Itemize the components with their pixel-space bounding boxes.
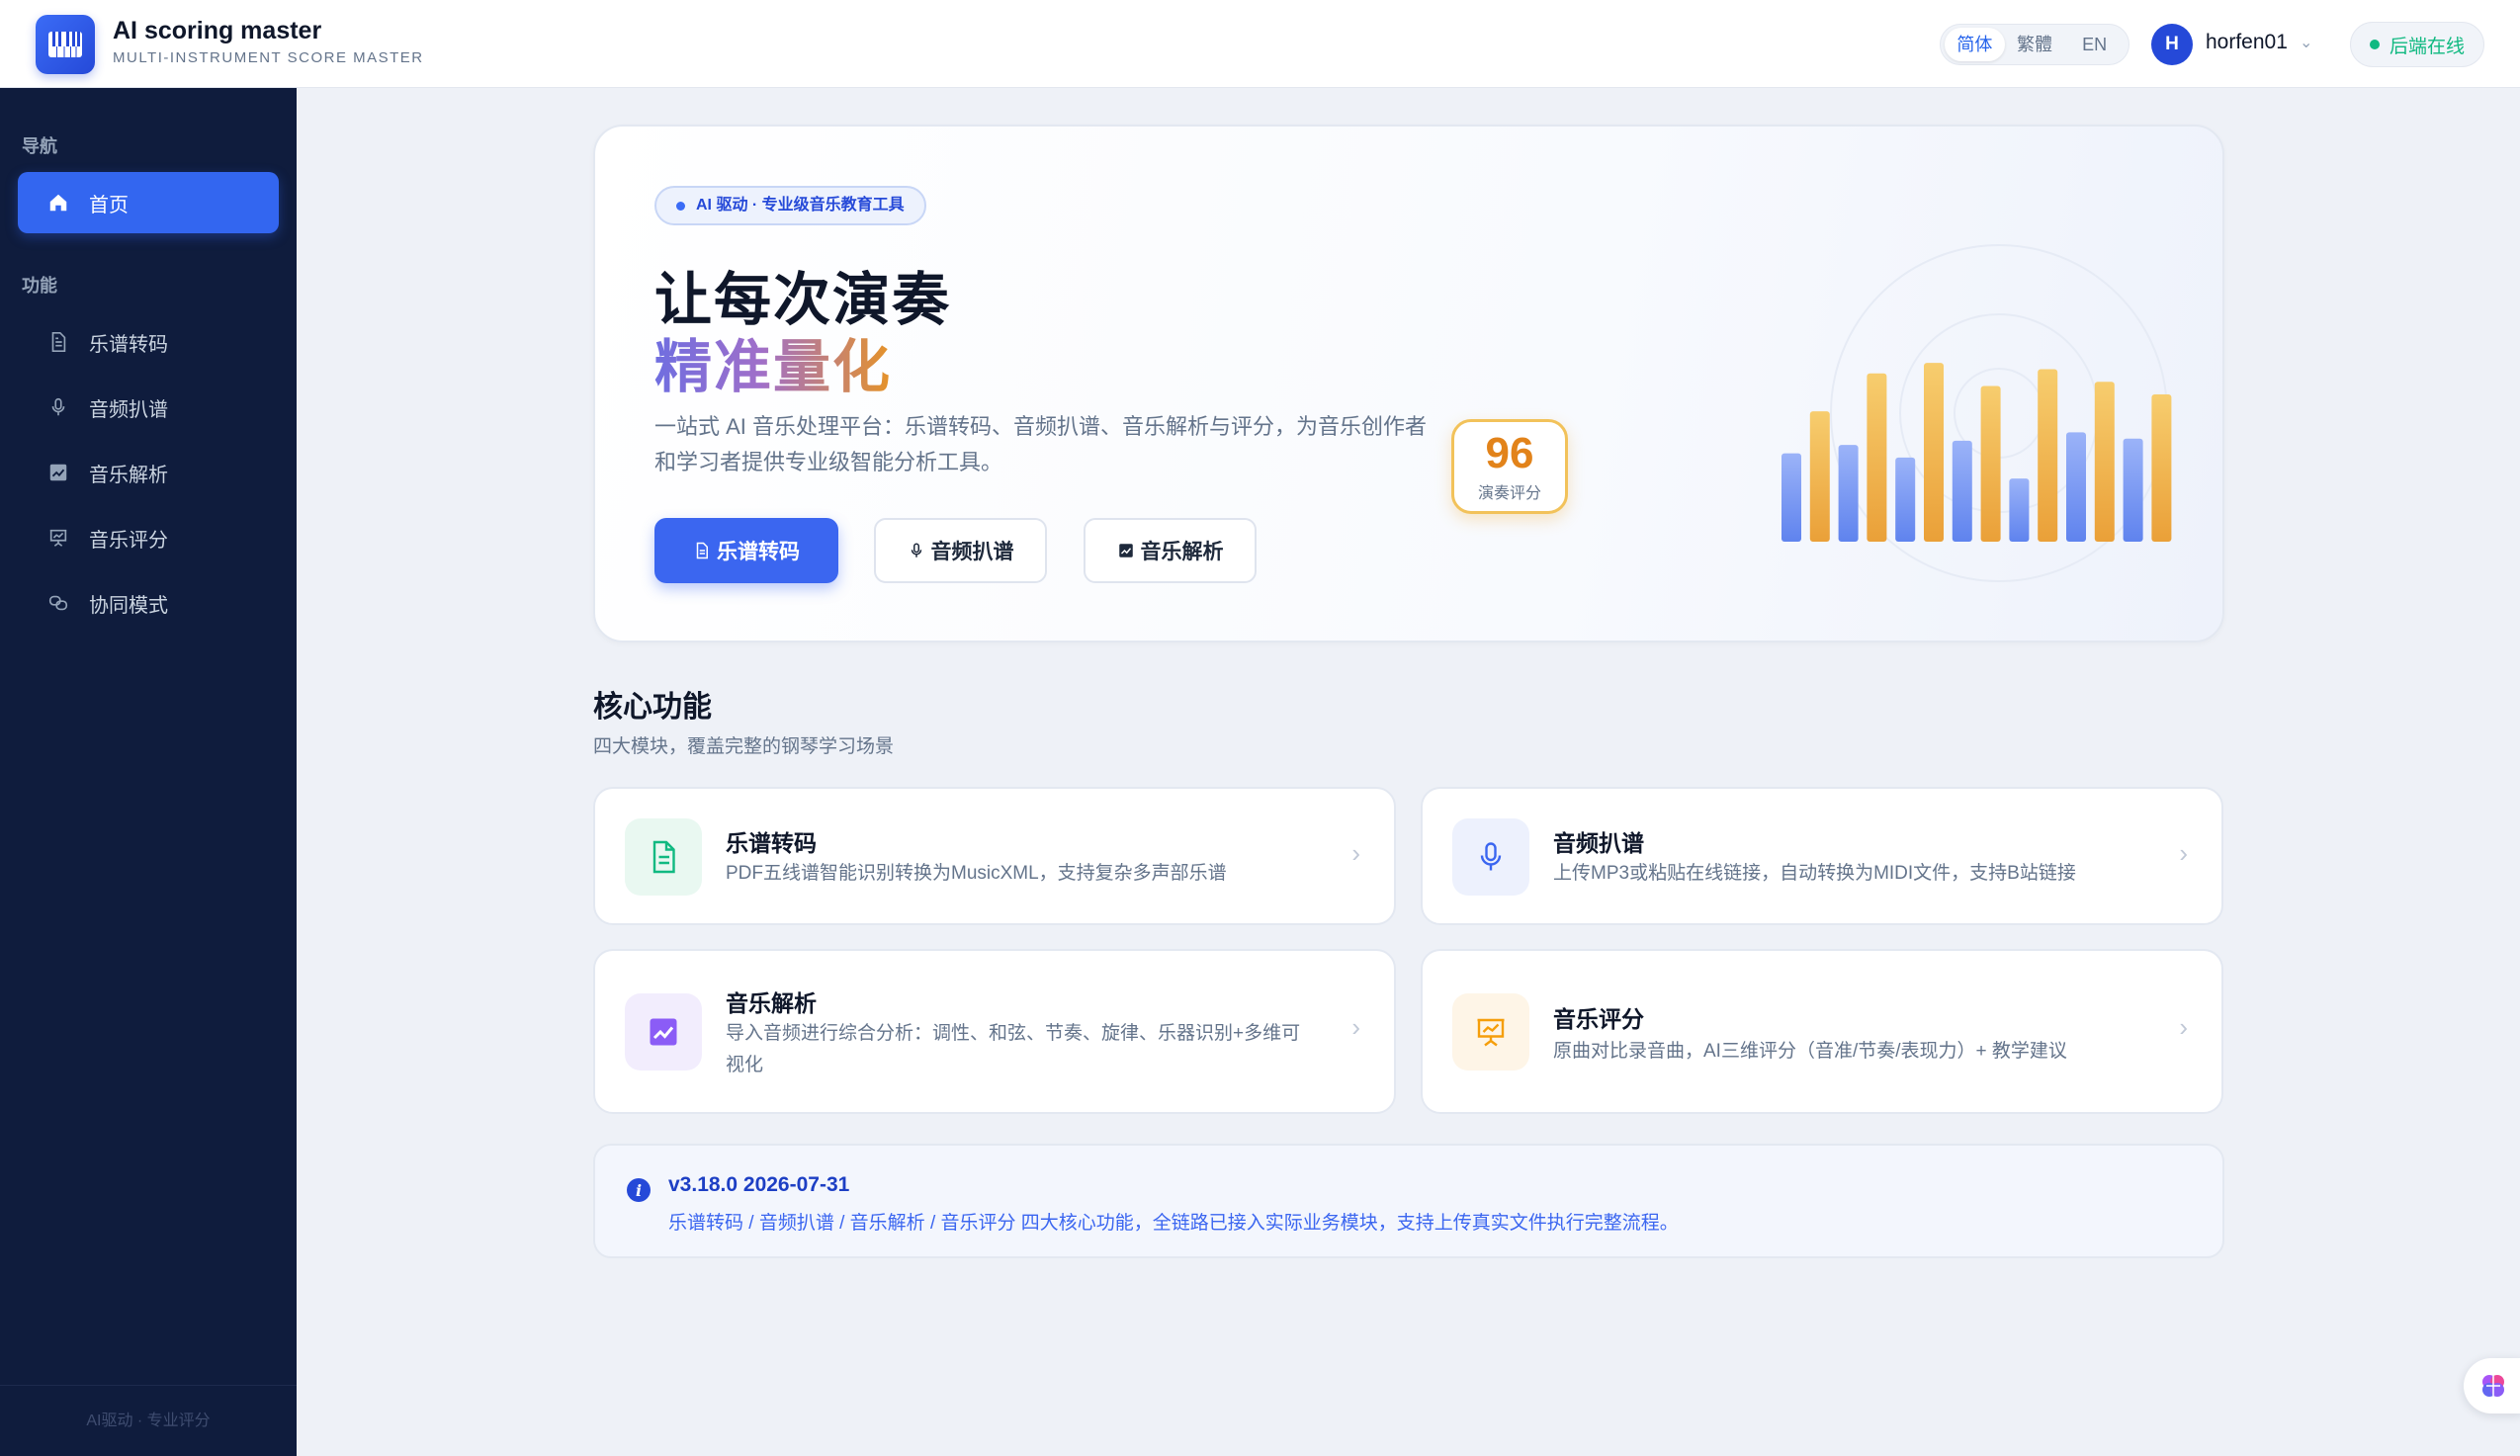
equalizer-bar — [2094, 382, 2115, 542]
ai-assistant-button[interactable] — [2464, 1358, 2520, 1413]
sidebar-item-collab-mode[interactable]: 协同模式 — [18, 572, 279, 634]
avatar[interactable]: H — [2151, 24, 2193, 65]
app-title: AI scoring master — [113, 17, 322, 44]
lang-simplified[interactable]: 简体 — [1945, 28, 2005, 61]
sidebar-section-func: 功能 — [22, 276, 57, 296]
presentation-icon — [1452, 993, 1529, 1071]
chevron-right-icon: › — [2179, 838, 2188, 868]
hero-card: AI 驱动 · 专业级音乐教育工具 让每次演奏 精准量化 一站式 AI 音乐处理… — [593, 125, 2224, 642]
performance-score-card: 96 演奏评分 — [1451, 419, 1568, 514]
equalizer-bar — [1952, 440, 1972, 542]
equalizer-bar — [1838, 445, 1859, 542]
sidebar-footer: AI驱动 · 专业评分 — [0, 1385, 297, 1456]
equalizer-bar — [2123, 438, 2143, 542]
document-icon — [625, 818, 702, 896]
music-analysis-button[interactable]: 音乐解析 — [1084, 518, 1257, 583]
equalizer-bar — [1924, 363, 1944, 542]
audio-transcribe-button[interactable]: 音频扒谱 — [874, 518, 1047, 583]
button-label: 音频扒谱 — [930, 541, 1014, 563]
sidebar-item-label: 音乐评分 — [89, 529, 168, 552]
status-text: 后端在线 — [2389, 36, 2465, 57]
sidebar-item-audio-transcribe[interactable]: 音频扒谱 — [18, 377, 279, 438]
sidebar-item-music-analysis[interactable]: 音乐解析 — [18, 442, 279, 503]
feature-card-audio-transcribe[interactable]: 音频扒谱 上传MP3或粘贴在线链接，自动转换为MIDI文件，支持B站链接 › — [1421, 787, 2223, 925]
chevron-right-icon: › — [2179, 1012, 2188, 1042]
feature-card-score-transcode[interactable]: 乐谱转码 PDF五线谱智能识别转换为MusicXML，支持复杂多声部乐谱 › — [593, 787, 1396, 925]
language-switcher: 简体 繁體 EN — [1940, 24, 2129, 65]
top-header: AI scoring master MULTI-INSTRUMENT SCORE… — [0, 0, 2520, 88]
version-info-banner: i v3.18.0 2026-07-31 乐谱转码 / 音频扒谱 / 音乐解析 … — [593, 1144, 2224, 1258]
card-title: 音乐解析 — [726, 990, 817, 1016]
info-icon: i — [627, 1178, 651, 1202]
hero-badge: AI 驱动 · 专业级音乐教育工具 — [654, 186, 926, 225]
home-icon — [49, 194, 67, 212]
trend-chart-icon — [625, 993, 702, 1071]
feature-card-music-scoring[interactable]: 音乐评分 原曲对比录音曲，AI三维评分（音准/节奏/表现力）+ 教学建议 › — [1421, 949, 2223, 1114]
score-label: 演奏评分 — [1477, 485, 1541, 502]
chevron-down-icon[interactable]: ⌄ — [2300, 33, 2312, 52]
document-icon — [696, 542, 708, 559]
microphone-icon — [1452, 818, 1529, 896]
link-icon — [48, 595, 68, 611]
sidebar-item-label: 音频扒谱 — [89, 398, 168, 421]
equalizer-bar — [1809, 411, 1830, 542]
username[interactable]: horfen01 — [2206, 31, 2288, 54]
equalizer-bar — [1895, 457, 1916, 542]
card-description: 原曲对比录音曲，AI三维评分（音准/节奏/表现力）+ 教学建议 — [1553, 1041, 2067, 1062]
chevron-right-icon: › — [1351, 838, 1360, 868]
hero-title-highlight: 精准量化 — [654, 320, 892, 403]
sidebar-item-music-scoring[interactable]: 音乐评分 — [18, 507, 279, 568]
button-label: 乐谱转码 — [717, 541, 800, 563]
version-description: 乐谱转码 / 音频扒谱 / 音乐解析 / 音乐评分 四大核心功能，全链路已接入实… — [668, 1213, 1679, 1234]
piano-logo-icon[interactable] — [36, 15, 95, 74]
sidebar-item-home[interactable]: 首页 — [18, 172, 279, 233]
microphone-icon — [51, 397, 65, 416]
sidebar-item-label: 音乐解析 — [89, 464, 168, 486]
equalizer-bar — [1980, 385, 2001, 542]
section-subtitle: 四大模块，覆盖完整的钢琴学习场景 — [593, 736, 895, 757]
lang-traditional[interactable]: 繁體 — [2005, 28, 2065, 61]
score-value: 96 — [1485, 429, 1534, 477]
equalizer-bar — [1867, 373, 1887, 542]
sidebar-item-label: 协同模式 — [89, 594, 168, 617]
card-description: PDF五线谱智能识别转换为MusicXML，支持复杂多声部乐谱 — [726, 863, 1227, 884]
sidebar-section-nav: 导航 — [22, 136, 57, 156]
brain-icon — [2482, 1375, 2504, 1397]
card-title: 音乐评分 — [1553, 1006, 1644, 1032]
backend-status-badge: 后端在线 — [2350, 22, 2484, 67]
presentation-icon — [49, 529, 67, 547]
status-dot-icon — [2369, 40, 2380, 49]
sidebar: 导航 首页 功能 乐谱转码 音频扒谱 音乐解析 音乐评分 协同模式 AI驱动 ·… — [0, 88, 297, 1456]
section-title: 核心功能 — [593, 691, 712, 724]
sidebar-item-label: 乐谱转码 — [89, 333, 168, 356]
lang-english[interactable]: EN — [2064, 28, 2125, 61]
card-description: 导入音频进行综合分析：调性、和弦、节奏、旋律、乐器识别+多维可视化 — [726, 1023, 1301, 1075]
score-transcode-button[interactable]: 乐谱转码 — [654, 518, 838, 583]
sidebar-item-score-transcode[interactable]: 乐谱转码 — [18, 311, 279, 373]
equalizer-bar — [2151, 394, 2172, 542]
app-subtitle: MULTI-INSTRUMENT SCORE MASTER — [113, 49, 424, 66]
document-icon — [51, 332, 66, 352]
equalizer-bar — [2038, 369, 2058, 542]
equalizer-bar — [1781, 453, 1801, 542]
version-title: v3.18.0 2026-07-31 — [668, 1173, 850, 1196]
chevron-right-icon: › — [1351, 1012, 1360, 1042]
chart-icon — [49, 464, 67, 481]
card-description: 上传MP3或粘贴在线链接，自动转换为MIDI文件，支持B站链接 — [1553, 863, 2076, 884]
card-title: 乐谱转码 — [726, 830, 817, 856]
button-label: 音乐解析 — [1140, 541, 1224, 563]
equalizer-bar — [2066, 432, 2086, 542]
equalizer-illustration — [1781, 244, 2172, 582]
microphone-icon — [911, 543, 921, 557]
equalizer-bar — [2009, 478, 2030, 542]
feature-card-music-analysis[interactable]: 音乐解析 导入音频进行综合分析：调性、和弦、节奏、旋律、乐器识别+多维可视化 › — [593, 949, 1396, 1114]
card-title: 音频扒谱 — [1553, 830, 1644, 856]
sidebar-item-label: 首页 — [89, 194, 129, 216]
hero-description: 一站式 AI 音乐处理平台：乐谱转码、音频扒谱、音乐解析与评分，为音乐创作者和学… — [654, 414, 1428, 474]
chart-icon — [1118, 544, 1133, 557]
